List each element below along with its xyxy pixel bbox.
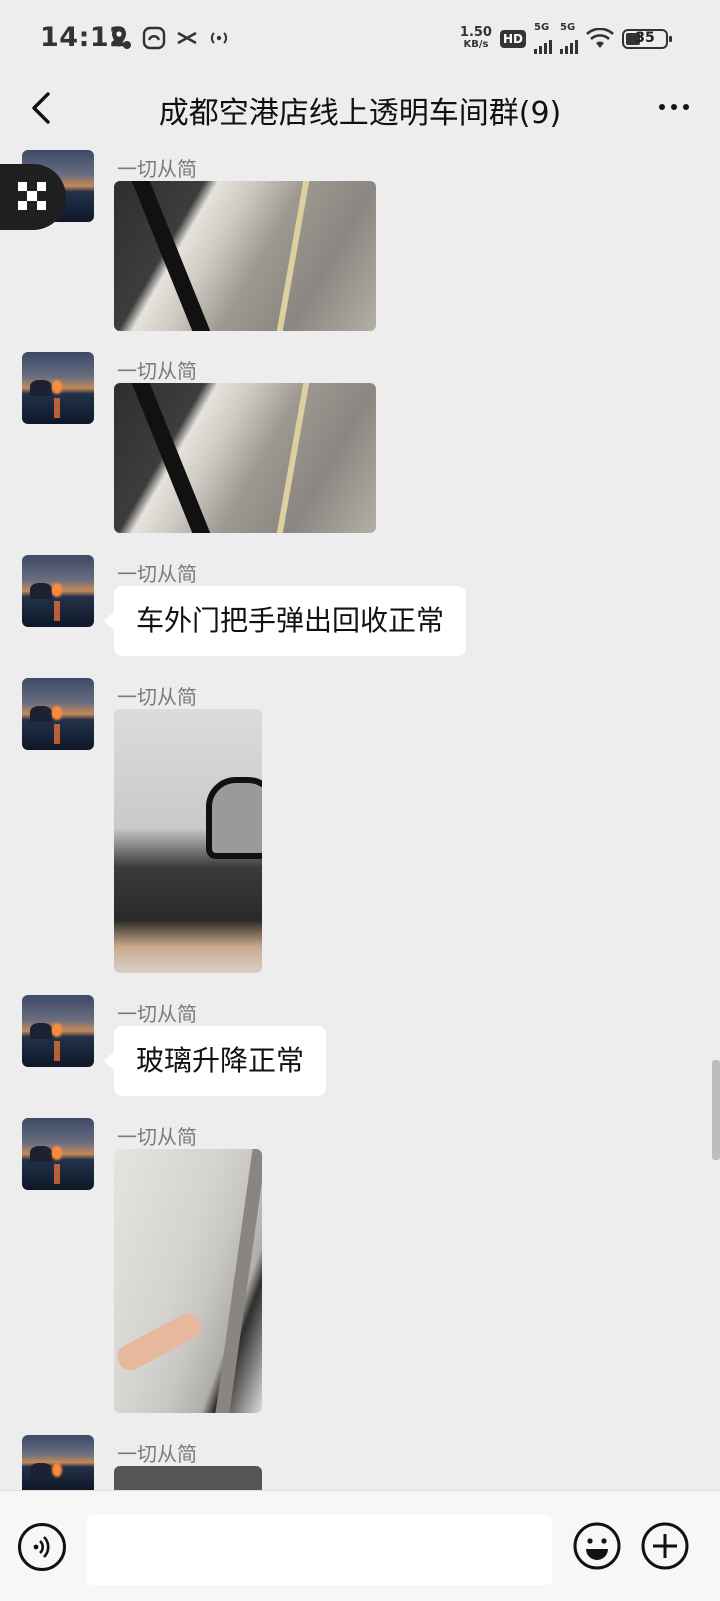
sender-avatar[interactable] [22, 1118, 94, 1190]
location-icon [112, 27, 131, 49]
sender-name: 一切从简 [117, 685, 197, 709]
network-speed: 1.50 KB/s [459, 25, 492, 50]
sender-name: 一切从简 [117, 1442, 197, 1466]
more-options-button[interactable] [652, 92, 696, 122]
hd-voice-icon: HD [499, 30, 526, 48]
app-notification-icon [142, 26, 166, 50]
signal-icon-sim1: 5G [534, 22, 552, 54]
image-message[interactable] [114, 181, 376, 331]
emoji-icon [573, 1522, 621, 1570]
chat-title: 成都空港店线上透明车间群(9) [158, 96, 562, 131]
more-functions-button[interactable] [640, 1521, 690, 1571]
sender-avatar[interactable] [22, 352, 94, 424]
plus-icon [641, 1522, 689, 1570]
sender-name: 一切从简 [117, 359, 197, 383]
sender-avatar[interactable] [22, 555, 94, 627]
sender-name: 一切从简 [117, 1125, 197, 1149]
image-message[interactable] [114, 709, 262, 973]
text-message-bubble[interactable]: 玻璃升降正常 [103, 1026, 327, 1096]
status-bar: 14:12 1.50 KB/s HD 5G 5G 35 [0, 0, 720, 78]
sender-name: 一切从简 [117, 1002, 197, 1026]
sender-avatar[interactable] [22, 995, 94, 1067]
sender-name: 一切从简 [117, 562, 197, 586]
image-message[interactable] [114, 383, 376, 533]
image-message[interactable] [114, 1149, 262, 1413]
voice-input-button[interactable] [18, 1523, 66, 1571]
signal-icon-sim2: 5G [560, 22, 578, 54]
message-text-input[interactable] [86, 1515, 552, 1585]
sender-name: 一切从简 [117, 157, 197, 181]
sender-avatar[interactable] [22, 1435, 94, 1490]
emoji-button[interactable] [572, 1521, 622, 1571]
message-input-bar [0, 1490, 720, 1601]
sender-avatar[interactable] [22, 678, 94, 750]
floating-window-button[interactable] [0, 164, 66, 230]
more-dot-icon [659, 104, 665, 110]
chat-header: 成都空港店线上透明车间群(9) [0, 78, 720, 140]
chat-scrollbar[interactable] [712, 1060, 720, 1160]
battery-icon: 35 [622, 29, 672, 49]
wifi-icon [586, 28, 614, 48]
floating-window-icon [18, 182, 46, 210]
voice-icon [33, 1536, 50, 1558]
scissors-icon [177, 31, 197, 45]
text-message-bubble[interactable]: 车外门把手弹出回收正常 [103, 586, 467, 656]
image-message[interactable] [114, 1466, 262, 1490]
hotspot-icon [210, 32, 228, 44]
